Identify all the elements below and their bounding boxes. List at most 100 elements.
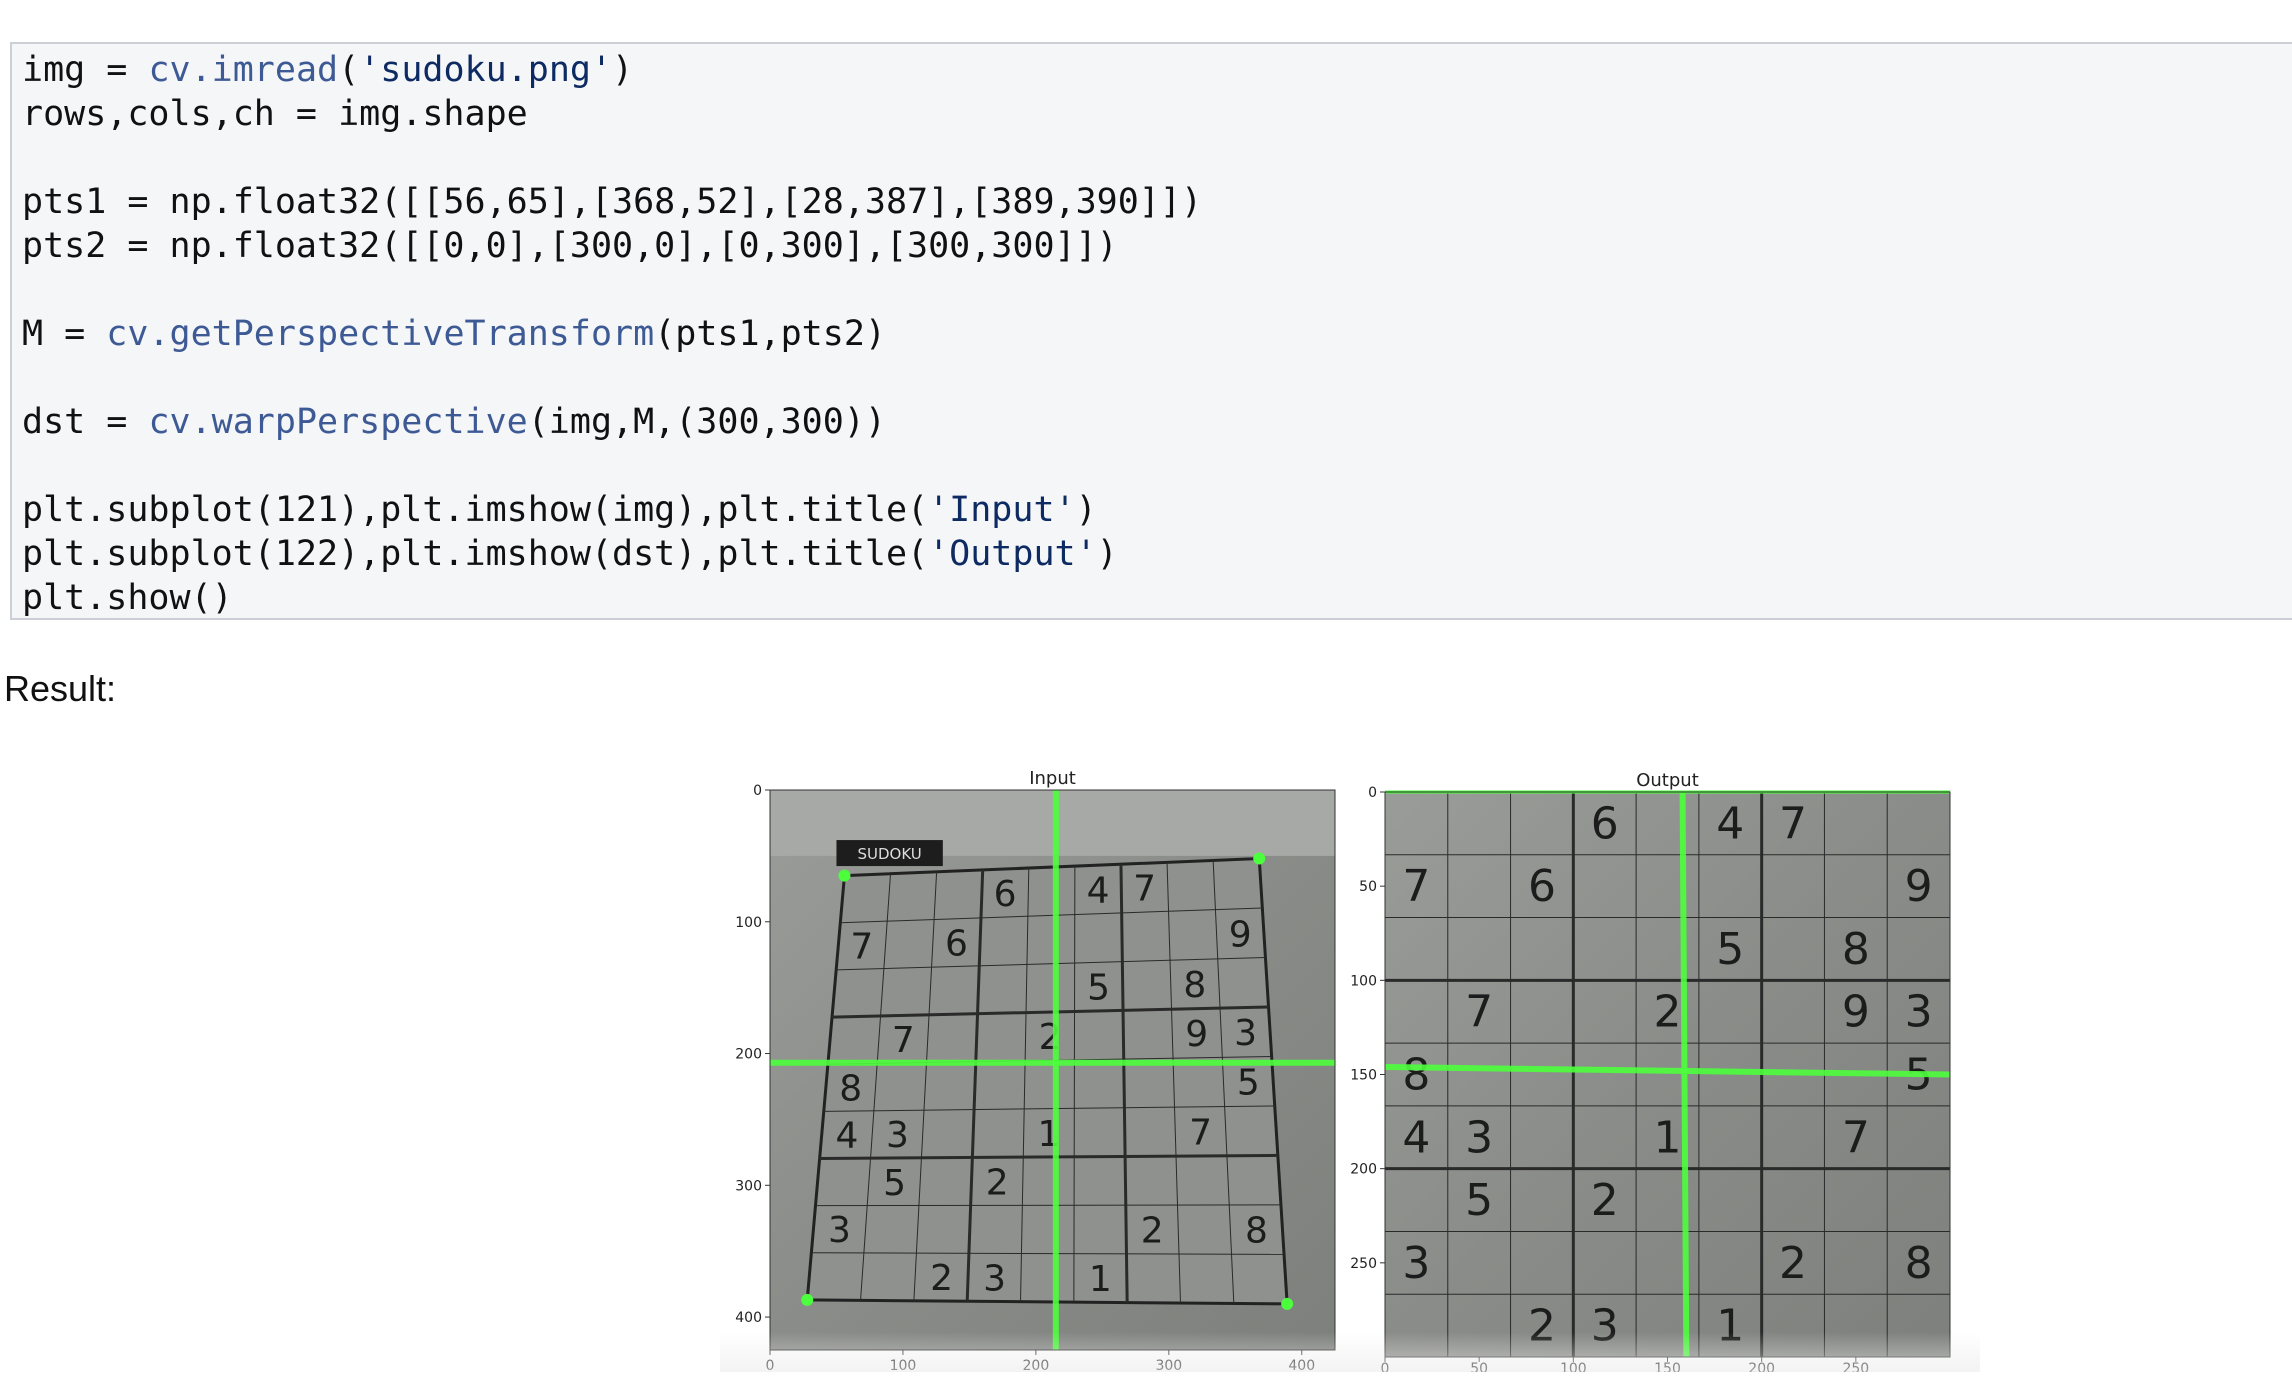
sudoku-digit: 3 xyxy=(983,1258,1006,1299)
y-tick-label: 300 xyxy=(735,1178,762,1194)
sudoku-digit: 7 xyxy=(1779,798,1807,849)
y-tick-label: 150 xyxy=(1350,1068,1377,1084)
sudoku-digit: 8 xyxy=(1245,1211,1268,1252)
sudoku-digit: 4 xyxy=(1087,870,1110,911)
code-text: rows,cols,ch = img.shape xyxy=(22,94,528,134)
sudoku-digit: 3 xyxy=(1905,987,1933,1038)
code-text: plt.subplot(122),plt.imshow(dst),plt.tit… xyxy=(22,534,929,574)
sudoku-digit: 6 xyxy=(1528,861,1556,912)
code-text: plt.subplot(121),plt.imshow(img),plt.tit… xyxy=(22,490,929,530)
sudoku-digit: 2 xyxy=(986,1162,1009,1203)
sudoku-digit: 2 xyxy=(1654,987,1682,1038)
sudoku-digit: 3 xyxy=(886,1115,909,1156)
code-text: (pts1,pts2) xyxy=(654,314,886,354)
code-string: 'Input' xyxy=(928,490,1076,530)
sudoku-digit: 7 xyxy=(1465,987,1493,1038)
code-string: 'sudoku.png' xyxy=(359,50,613,90)
sudoku-digit: 9 xyxy=(1842,987,1870,1038)
corner-point xyxy=(801,1293,814,1306)
code-function: cv.warpPerspective xyxy=(148,402,528,442)
code-line: dst = cv.warpPerspective(img,M,(300,300)… xyxy=(22,400,886,444)
sudoku-digit: 7 xyxy=(1133,869,1156,910)
sudoku-digit: 5 xyxy=(883,1163,906,1204)
sudoku-digit: 6 xyxy=(1591,798,1619,849)
sudoku-digit: 9 xyxy=(1229,915,1252,956)
sudoku-digit: 2 xyxy=(1141,1211,1164,1252)
sudoku-digit: 8 xyxy=(839,1068,862,1109)
sudoku-banner-text: SUDOKU xyxy=(858,845,922,863)
result-label: Result: xyxy=(4,668,117,709)
y-tick-label: 0 xyxy=(1368,785,1377,801)
sudoku-digit: 8 xyxy=(1183,965,1206,1006)
code-text: img = xyxy=(22,50,149,90)
sudoku-digit: 7 xyxy=(850,927,873,968)
sudoku-digit: 9 xyxy=(1905,861,1933,912)
corner-point xyxy=(1281,1297,1294,1310)
sudoku-digit: 7 xyxy=(1189,1112,1212,1153)
y-tick-label: 100 xyxy=(1350,973,1377,989)
input-plot: SUDOKU6 4 77 6 95 87 2 9 38 54 3 1 75 23 2 82 3 1Input010… xyxy=(735,768,1336,1374)
code-line: img = cv.imread('sudoku.png') xyxy=(22,48,633,92)
sudoku-digit: 3 xyxy=(828,1210,851,1251)
sudoku-digit: 2 xyxy=(930,1258,953,1299)
sudoku-digit: 5 xyxy=(1237,1063,1260,1104)
sudoku-digit: 4 xyxy=(836,1116,859,1157)
plot-title: Output xyxy=(1636,770,1699,791)
corner-point xyxy=(838,869,851,882)
code-line: plt.subplot(122),plt.imshow(dst),plt.tit… xyxy=(22,532,1118,576)
sudoku-digit: 4 xyxy=(1716,798,1744,849)
green-vertical-line xyxy=(1679,791,1690,1358)
sudoku-digit: 3 xyxy=(1234,1013,1257,1054)
sudoku-digit: 2 xyxy=(1779,1238,1807,1289)
y-tick-label: 0 xyxy=(753,783,762,799)
code-text: ) xyxy=(1075,490,1097,530)
sudoku-digit: 9 xyxy=(1185,1014,1208,1055)
y-tick-label: 50 xyxy=(1359,879,1377,895)
sudoku-digit: 1 xyxy=(1654,1112,1682,1163)
code-text: ) xyxy=(612,50,634,90)
code-text: ( xyxy=(338,50,360,90)
sudoku-digit: 6 xyxy=(945,924,968,965)
sudoku-digit: 4 xyxy=(1402,1112,1430,1163)
code-text: dst = xyxy=(22,402,149,442)
code-text: pts1 = np.float32([[56,65],[368,52],[28,… xyxy=(22,182,1203,222)
sudoku-digit: 6 xyxy=(994,874,1017,915)
y-tick-label: 200 xyxy=(735,1047,762,1063)
code-line: pts2 = np.float32([[0,0],[300,0],[0,300]… xyxy=(22,224,1118,268)
sudoku-digit: 7 xyxy=(1402,861,1430,912)
code-line: plt.subplot(121),plt.imshow(img),plt.tit… xyxy=(22,488,1097,532)
sudoku-digit: 8 xyxy=(1905,1238,1933,1289)
corner-point xyxy=(1253,852,1266,865)
y-tick-label: 100 xyxy=(735,915,762,931)
sudoku-digit: 8 xyxy=(1842,924,1870,975)
code-line: M = cv.getPerspectiveTransform(pts1,pts2… xyxy=(22,312,886,356)
sudoku-digit: 2 xyxy=(1591,1175,1619,1226)
sudoku-digit: 7 xyxy=(892,1020,915,1061)
sudoku-digit: 7 xyxy=(1842,1112,1870,1163)
code-text: pts2 = np.float32([[0,0],[300,0],[0,300]… xyxy=(22,226,1118,266)
bottom-fade xyxy=(720,1332,1980,1372)
code-text: plt.show() xyxy=(22,578,233,618)
code-text: (img,M,(300,300)) xyxy=(527,402,886,442)
sudoku-digit: 5 xyxy=(1716,924,1744,975)
sudoku-digit: 5 xyxy=(1465,1175,1493,1226)
plot-title: Input xyxy=(1029,768,1076,789)
sudoku-digit: 3 xyxy=(1402,1238,1430,1289)
result-figure: SUDOKU 6 4 7 7 6 9 5 8 7 2 9 3 8 5 4 3 1 7 5 2 3 2 8 2 3 1 Input 0 10… xyxy=(720,760,1980,1377)
code-function: cv.imread xyxy=(148,50,339,90)
sudoku-digit: 1 xyxy=(1089,1259,1112,1300)
code-line: plt.show() xyxy=(22,576,233,620)
code-text: ) xyxy=(1096,534,1118,574)
code-function: cv.getPerspectiveTransform xyxy=(106,314,655,354)
y-tick-label: 400 xyxy=(735,1310,762,1326)
y-tick-label: 200 xyxy=(1350,1162,1377,1178)
code-line: pts1 = np.float32([[56,65],[368,52],[28,… xyxy=(22,180,1202,224)
code-cell[interactable]: img = cv.imread('sudoku.png') rows,cols,c… xyxy=(10,42,2292,620)
code-text: M = xyxy=(22,314,107,354)
sudoku-grid-outline xyxy=(805,856,1289,1306)
sudoku-digit: 5 xyxy=(1087,968,1110,1009)
y-tick-label: 250 xyxy=(1350,1256,1377,1272)
output-plot: 64776958729385431752328231Output05010015… xyxy=(1350,770,1951,1377)
code-string: 'Output' xyxy=(928,534,1097,574)
sudoku-digit: 8 xyxy=(1402,1050,1430,1101)
